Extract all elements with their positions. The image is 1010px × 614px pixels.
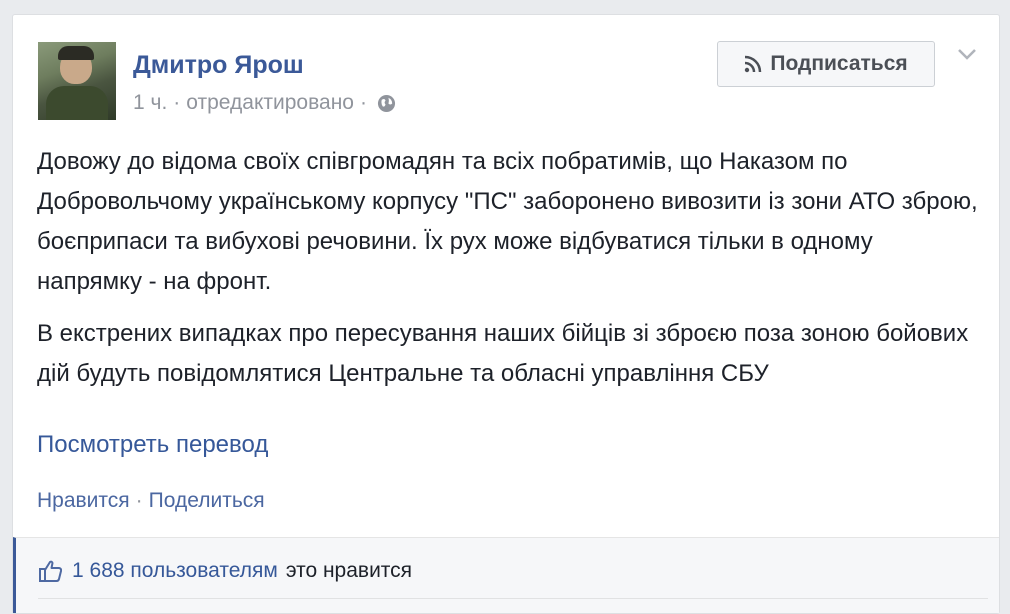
post-actions: Нравится · Поделиться	[37, 489, 265, 513]
share-link[interactable]: Поделиться	[149, 489, 265, 512]
divider	[38, 598, 988, 599]
post-paragraph: В екстрених випадках про пересування наш…	[37, 320, 969, 387]
post-paragraph: Довожу до відома своїх співгромадян та в…	[37, 148, 978, 295]
thumbs-up-icon	[39, 560, 63, 582]
post-meta: 1 ч. · отредактировано ·	[133, 91, 396, 115]
meta-separator: ·	[173, 91, 181, 114]
follow-button[interactable]: Подписаться	[717, 41, 935, 87]
likes-bar: 1 688 пользователям это нравится	[13, 537, 999, 613]
post-body: Довожу до відома своїх співгромадян та в…	[37, 142, 982, 406]
follow-label: Подписаться	[770, 52, 908, 75]
action-separator: ·	[135, 489, 143, 512]
see-translation-link[interactable]: Посмотреть перевод	[37, 431, 268, 459]
author-avatar[interactable]	[38, 42, 116, 120]
post-card: Дмитро Ярош 1 ч. · отредактировано · Под…	[12, 14, 1000, 614]
like-link[interactable]: Нравится	[37, 489, 130, 512]
likes-count-link[interactable]: 1 688 пользователям	[72, 559, 278, 583]
post-time[interactable]: 1 ч.	[133, 91, 167, 115]
likes-summary: 1 688 пользователям это нравится	[38, 558, 412, 584]
chevron-down-icon[interactable]	[957, 47, 977, 61]
edited-label[interactable]: отредактировано	[186, 91, 354, 115]
meta-separator: ·	[359, 91, 367, 114]
likes-suffix: это нравится	[285, 559, 413, 582]
globe-icon[interactable]	[377, 94, 396, 113]
author-name[interactable]: Дмитро Ярош	[133, 51, 304, 80]
rss-icon	[745, 55, 762, 73]
